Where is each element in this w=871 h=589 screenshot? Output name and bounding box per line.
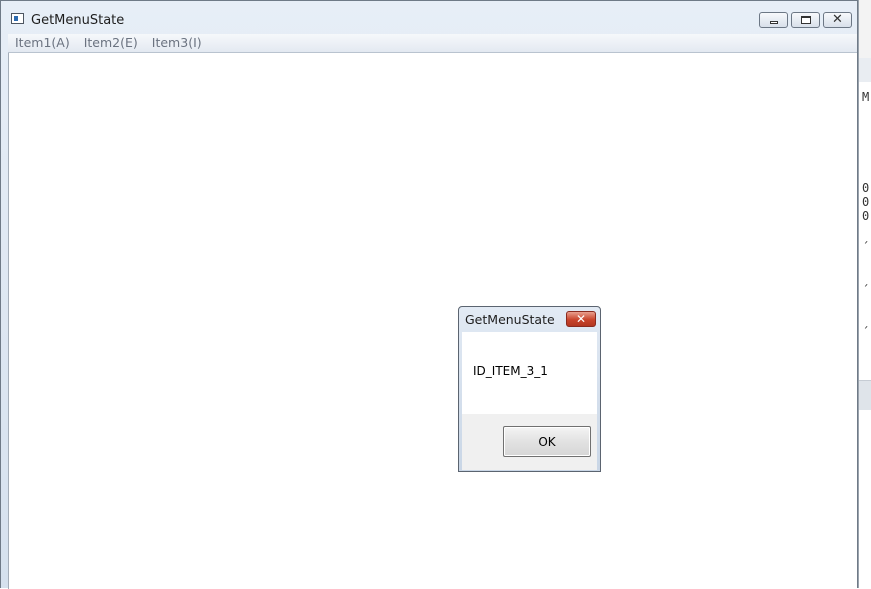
dialog-title: GetMenuState — [465, 312, 555, 327]
main-window: GetMenuState ✕ Item1(A) Item2(E) Item3(I… — [0, 0, 858, 589]
window-title: GetMenuState — [31, 13, 125, 28]
maximize-button[interactable] — [791, 12, 820, 28]
close-icon: ✕ — [832, 12, 843, 27]
background-text: 0 — [862, 209, 870, 223]
background-lower-content — [859, 410, 871, 588]
caption-buttons: ✕ — [756, 12, 852, 28]
maximize-icon — [792, 13, 819, 27]
menu-bar: Item1(A) Item2(E) Item3(I) — [8, 34, 857, 53]
background-text: ´ — [862, 325, 870, 339]
app-icon[interactable] — [11, 13, 24, 24]
close-icon: ✕ — [575, 312, 587, 326]
message-box: GetMenuState ✕ ID_ITEM_3_1 OK — [458, 306, 601, 472]
dialog-body: ID_ITEM_3_1 — [462, 332, 597, 414]
dialog-footer: OK — [462, 414, 597, 470]
client-area[interactable] — [8, 53, 857, 589]
menu-item-2[interactable]: Item2(E) — [77, 34, 145, 52]
title-bar[interactable]: GetMenuState ✕ — [1, 1, 857, 34]
background-text: ´ — [862, 240, 870, 254]
background-text: 0 — [862, 195, 870, 209]
ok-button[interactable]: OK — [503, 426, 591, 457]
menu-item-1[interactable]: Item1(A) — [8, 34, 77, 52]
background-divider — [859, 380, 871, 412]
dialog-close-button[interactable]: ✕ — [566, 311, 596, 327]
dialog-message: ID_ITEM_3_1 — [473, 364, 548, 378]
background-text: ´ — [862, 283, 870, 297]
background-text: M — [862, 90, 870, 104]
background-window: M 0 0 0 ´ ´ ´ — [858, 0, 871, 588]
background-text: 0 — [862, 181, 870, 195]
minimize-icon — [760, 13, 787, 27]
menu-item-3[interactable]: Item3(I) — [145, 34, 209, 52]
minimize-button[interactable] — [759, 12, 788, 28]
background-toolbar — [859, 58, 871, 83]
close-button[interactable]: ✕ — [823, 12, 852, 28]
